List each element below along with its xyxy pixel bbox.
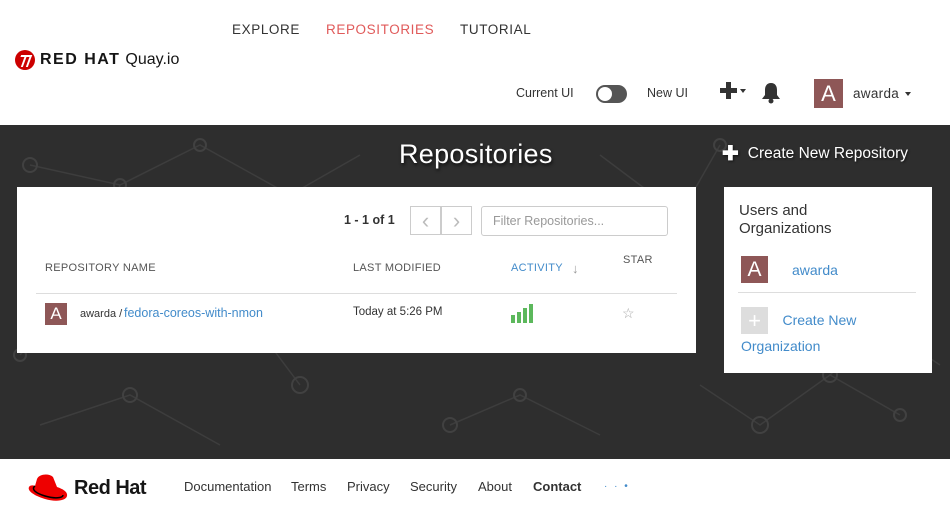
orgs-divider [738, 292, 916, 293]
repo-last-modified: Today at 5:26 PM [353, 306, 443, 318]
avatar: A [45, 303, 67, 325]
table-row: A awarda / fedora-coreos-with-nmon Today… [17, 294, 696, 334]
col-header-star[interactable]: STAR [623, 254, 653, 266]
footer-redhat-logo[interactable]: Red Hat [27, 473, 147, 503]
footer-link-privacy[interactable]: Privacy [347, 479, 390, 494]
filter-repositories-input[interactable] [481, 206, 668, 236]
col-header-activity[interactable]: ACTIVITY [511, 262, 563, 274]
pagination-count: 1 - 1 of 1 [344, 213, 395, 227]
prev-page-button[interactable]: ‹ [410, 206, 441, 235]
next-page-button[interactable]: › [441, 206, 472, 235]
chevron-down-icon [740, 88, 746, 93]
create-repository-label: Create New Repository [747, 145, 908, 162]
activity-bar [511, 315, 515, 323]
footer-link-security[interactable]: Security [410, 479, 457, 494]
repository-list-panel: 1 - 1 of 1 ‹ › REPOSITORY NAME LAST MODI… [17, 187, 696, 353]
redhat-fedora-icon [28, 474, 68, 501]
new-ui-label: New UI [647, 86, 688, 100]
quay-logo[interactable]: RED HAT Quay.io [15, 50, 179, 70]
logo-brand: RED HAT [40, 51, 121, 68]
current-ui-label: Current UI [516, 86, 574, 100]
footer-link-about[interactable]: About [478, 479, 512, 494]
star-icon[interactable]: ☆ [622, 305, 635, 322]
org-user-name: awarda [792, 261, 838, 278]
activity-bar [517, 312, 521, 323]
logo-product: Quay.io [125, 51, 180, 68]
hero-section: Repositories ✚ Create New Repository 1 -… [0, 125, 950, 459]
sort-descending-icon[interactable]: ↓ [572, 261, 579, 276]
col-header-modified[interactable]: LAST MODIFIED [353, 262, 441, 274]
user-name: awarda [853, 86, 900, 101]
activity-bars-icon [511, 304, 535, 323]
nav-repositories[interactable]: REPOSITORIES [326, 22, 434, 37]
notifications-bell-icon[interactable] [761, 82, 781, 109]
page-title: Repositories [399, 139, 553, 169]
plus-icon: ✚ [722, 143, 739, 165]
orgs-heading: Users and Organizations [739, 202, 832, 237]
ui-toggle-knob [598, 87, 612, 101]
create-menu-button[interactable] [720, 82, 746, 99]
plus-icon: + [741, 307, 768, 334]
user-menu[interactable]: A awarda [814, 79, 912, 108]
top-header: EXPLORE REPOSITORIES TUTORIAL RED HAT Qu… [0, 0, 950, 125]
users-orgs-panel: Users and Organizations A awarda + Creat… [724, 187, 932, 373]
activity-bar [523, 308, 527, 323]
status-dots-icon: · · • [604, 481, 630, 492]
footer-logo-text: Red Hat [74, 476, 147, 499]
footer-link-contact[interactable]: Contact [533, 479, 581, 494]
plus-icon [720, 82, 737, 99]
repo-name-link[interactable]: fedora-coreos-with-nmon [124, 306, 263, 320]
footer: Red Hat Documentation Terms Privacy Secu… [0, 459, 950, 517]
create-organization-button[interactable]: + Create New Organization [741, 307, 921, 359]
nav-tutorial[interactable]: TUTORIAL [460, 22, 531, 37]
footer-link-documentation[interactable]: Documentation [184, 479, 271, 494]
org-user-item[interactable]: A awarda [741, 256, 838, 283]
nav-explore[interactable]: EXPLORE [232, 22, 300, 37]
avatar: A [741, 256, 768, 283]
chevron-down-icon [905, 91, 912, 96]
ui-toggle[interactable] [596, 85, 627, 103]
redhat-logo-icon [15, 50, 35, 70]
footer-link-terms[interactable]: Terms [291, 479, 326, 494]
create-repository-button[interactable]: ✚ Create New Repository [722, 143, 908, 165]
avatar: A [814, 79, 843, 108]
col-header-name[interactable]: REPOSITORY NAME [45, 262, 156, 274]
activity-bar [529, 304, 533, 323]
repo-namespace[interactable]: awarda / [80, 308, 122, 320]
